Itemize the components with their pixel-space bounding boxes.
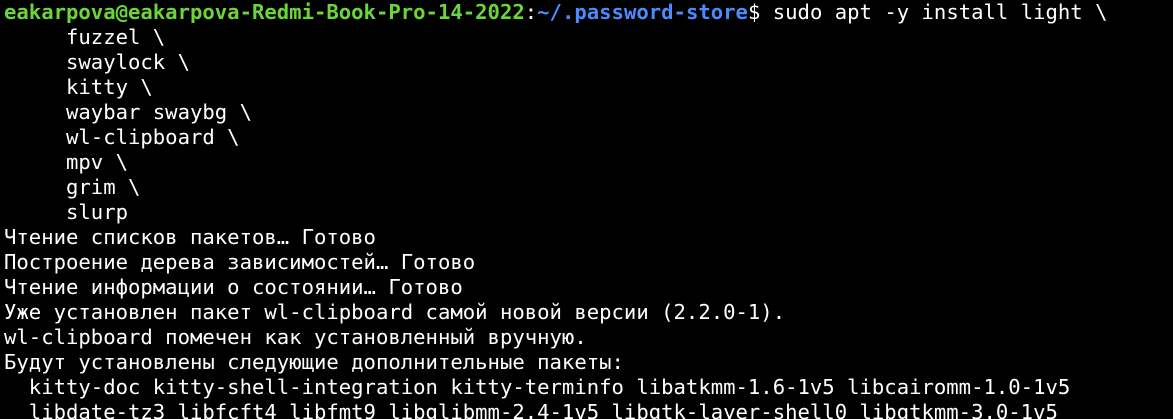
continuation-line: wl-clipboard \ <box>4 125 240 149</box>
continuation-line: mpv \ <box>4 150 128 174</box>
command-text: sudo apt -y install light \ <box>760 0 1108 24</box>
prompt-symbol: $ <box>747 0 761 24</box>
continuation-line: waybar swaybg \ <box>4 100 252 124</box>
output-line: wl-clipboard помечен как установленный в… <box>4 325 587 349</box>
prompt-path: ~/.password-store <box>537 0 748 24</box>
terminal-window[interactable]: eakarpova@eakarpova-Redmi-Book-Pro-14-20… <box>0 0 1173 419</box>
prompt-user-host: eakarpova@eakarpova-Redmi-Book-Pro-14-20… <box>4 0 525 24</box>
output-line: Будут установлены следующие дополнительн… <box>4 350 624 374</box>
output-line: libdate-tz3 libfcft4 libfmt9 libglibmm-2… <box>4 400 1058 419</box>
continuation-line: kitty \ <box>4 75 153 99</box>
continuation-line: grim \ <box>4 175 141 199</box>
output-line: Чтение списков пакетов… Готово <box>4 225 376 249</box>
continuation-line: fuzzel \ <box>4 25 166 49</box>
output-line: Чтение информации о состоянии… Готово <box>4 275 463 299</box>
prompt-separator: : <box>524 0 538 24</box>
continuation-line: swaylock \ <box>4 50 190 74</box>
output-line: Уже установлен пакет wl-clipboard самой … <box>4 300 786 324</box>
continuation-line: slurp <box>4 200 128 224</box>
output-line: Построение дерева зависимостей… Готово <box>4 250 476 274</box>
output-line: kitty-doc kitty-shell-integration kitty-… <box>4 375 1071 399</box>
prompt-line: eakarpova@eakarpova-Redmi-Book-Pro-14-20… <box>4 0 1169 25</box>
